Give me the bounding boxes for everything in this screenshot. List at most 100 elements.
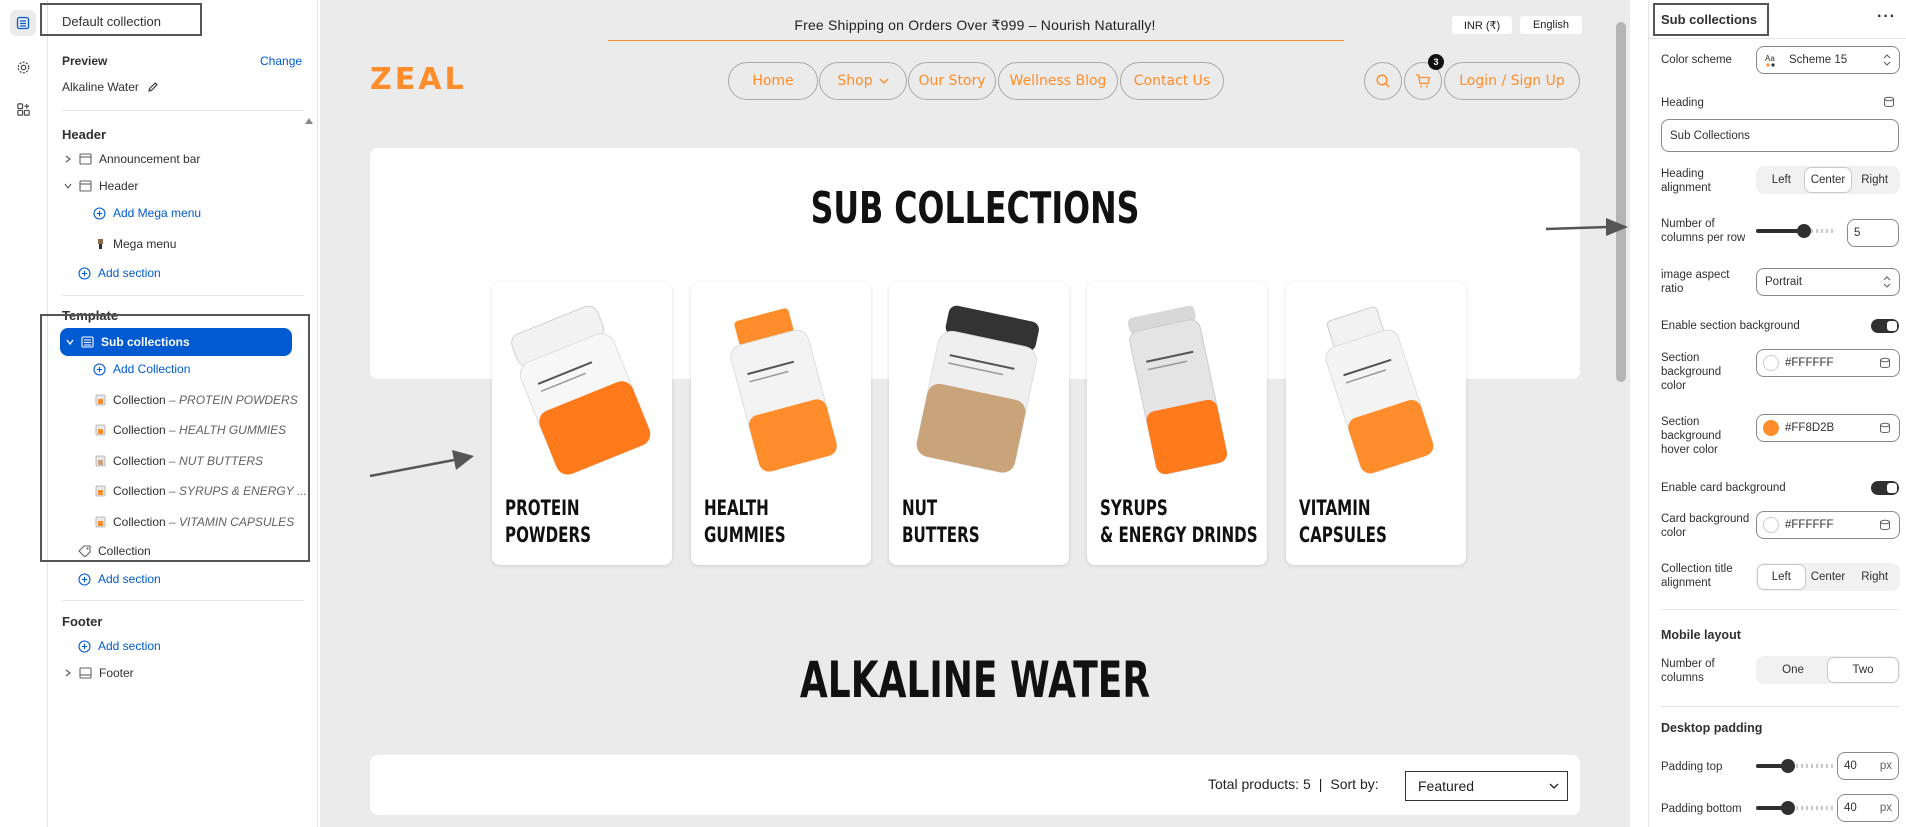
collection-card[interactable]: PROTEIN POWDERS [492,282,672,565]
tree-item-collection[interactable]: Collection [78,544,151,558]
sections-icon[interactable] [10,10,36,36]
plus-circle-icon [93,206,106,220]
align-right-option[interactable]: Right [1851,565,1898,589]
preview-value-row[interactable]: Alkaline Water [62,80,159,94]
nav-shop[interactable]: Shop [819,62,907,100]
currency-selector[interactable]: INR (₹) [1452,16,1512,34]
add-section-header-button[interactable]: Add section [78,266,161,280]
announcement-underline [608,40,1344,41]
align-center-option[interactable]: Center [1804,168,1852,192]
heading-input[interactable]: Sub Collections [1661,119,1899,152]
card-title-line2: GUMMIES [704,523,786,547]
language-selector[interactable]: English [1520,16,1582,34]
collection-card[interactable]: HEALTH GUMMIES [691,282,871,565]
login-signup-button[interactable]: Login / Sign Up [1444,62,1580,100]
two-columns-option[interactable]: Two [1828,658,1898,682]
aspect-ratio-select[interactable]: Portrait [1756,268,1900,296]
align-left-option[interactable]: Left [1758,168,1805,192]
change-preview-link[interactable]: Change [260,54,302,68]
padding-top-input[interactable]: 40 px [1837,752,1899,780]
padding-top-slider[interactable] [1756,759,1836,773]
align-left-option[interactable]: Left [1758,565,1805,589]
plus-circle-icon [78,266,91,280]
columns-slider[interactable] [1756,224,1836,238]
columns-label: Number of columns per row [1661,218,1746,244]
search-icon [1376,74,1390,88]
heading-label: Heading [1661,97,1704,109]
app-embeds-icon[interactable] [10,96,36,122]
nav-wellness-blog[interactable]: Wellness Blog [998,62,1118,100]
dynamic-source-icon[interactable] [1879,357,1891,369]
separator: | [1318,776,1323,792]
padding-bottom-input[interactable]: 40 px [1837,794,1899,822]
chevron-right-icon[interactable] [64,669,72,677]
title-alignment-toggle[interactable]: Left Center Right [1756,563,1900,591]
annotation-arrow-icon [369,450,474,478]
columns-input[interactable]: 5 [1847,219,1899,247]
section-bg-color-picker[interactable]: #FFFFFF [1756,349,1900,377]
add-mega-menu-button[interactable]: Add Mega menu [93,206,201,220]
align-center-option[interactable]: Center [1805,565,1852,589]
nav-contact-us[interactable]: Contact Us [1120,62,1224,100]
page-template-title[interactable]: Default collection [62,14,161,29]
color-swatch[interactable] [1763,517,1779,533]
preview-label: Preview [62,54,108,68]
tree-item-collection-gummies[interactable]: Collection – HEALTH GUMMIES [95,423,286,437]
collection-card[interactable]: VITAMIN CAPSULES [1286,282,1466,565]
collection-card[interactable]: SYRUPS & ENERGY DRINDS [1087,282,1267,565]
one-column-option[interactable]: One [1758,658,1828,682]
more-options-icon[interactable]: ··· [1877,8,1896,26]
tree-item-header[interactable]: Header [64,179,138,193]
add-collection-button[interactable]: Add Collection [93,362,190,376]
color-swatch[interactable] [1763,355,1779,371]
dynamic-source-icon[interactable] [1879,519,1891,531]
collection-card[interactable]: NUT BUTTERS [889,282,1069,565]
mobile-columns-toggle[interactable]: One Two [1756,656,1900,684]
section-hover-color-picker[interactable]: #FF8D2B [1756,414,1900,442]
divider [62,295,304,296]
align-right-option[interactable]: Right [1851,168,1898,192]
tree-item-collection-protein[interactable]: Collection – PROTEIN POWDERS [95,393,298,407]
nav-home[interactable]: Home [728,62,818,100]
search-button[interactable] [1364,62,1402,100]
announcement-text: Free Shipping on Orders Over ₹999 – Nour… [794,16,1156,33]
preview-scrollbar[interactable] [1616,22,1626,382]
padding-top-value: 40 [1844,760,1857,772]
add-section-footer-button[interactable]: Add section [78,639,161,653]
color-scheme-select[interactable]: Aa Scheme 15 [1756,46,1900,74]
heading-alignment-toggle[interactable]: Left Center Right [1756,166,1900,194]
padding-bottom-slider[interactable] [1756,801,1836,815]
tree-item-collection-nut-butters[interactable]: Collection – NUT BUTTERS [95,454,263,468]
cart-count-badge: 3 [1428,54,1444,70]
tree-item-mega-menu[interactable]: Mega menu [96,237,176,251]
tree-item-collection-vitamins[interactable]: Collection – VITAMIN CAPSULES [95,515,294,529]
tree-item-collection-syrups[interactable]: Collection – SYRUPS & ENERGY ... [95,484,307,498]
product-toolbar [370,755,1580,815]
tree-item-footer[interactable]: Footer [64,666,134,680]
add-section-template-button[interactable]: Add section [78,572,161,586]
card-title-line1: PROTEIN [505,496,580,520]
preview-value: Alkaline Water [62,80,139,94]
card-bg-color-picker[interactable]: #FFFFFF [1756,511,1900,539]
chevron-down-icon[interactable] [64,182,72,190]
dynamic-source-icon[interactable] [1883,96,1895,108]
sub-collections-heading: SUB COLLECTIONS [810,183,1140,234]
aspect-ratio-label: image aspect ratio [1661,269,1730,295]
nav-our-story[interactable]: Our Story [908,62,996,100]
sort-select[interactable]: Featured [1405,771,1568,801]
enable-card-bg-toggle[interactable] [1871,481,1899,495]
collection-prefix: Collection [113,484,166,498]
tree-item-announcement-bar[interactable]: Announcement bar [64,152,200,166]
theme-settings-gear-icon[interactable] [10,54,36,80]
chevron-right-icon[interactable] [64,155,72,163]
section-hover-color-label: Section background hover color [1661,416,1722,456]
storefront-preview: Free Shipping on Orders Over ₹999 – Nour… [320,0,1630,827]
divider [1649,38,1906,39]
padding-top-label: Padding top [1661,761,1723,773]
enable-section-bg-toggle[interactable] [1871,319,1899,333]
dynamic-source-icon[interactable] [1879,422,1891,434]
color-swatch[interactable] [1763,420,1779,436]
store-logo[interactable]: ZEAL [370,62,467,97]
collection-name: – NUT BUTTERS [169,454,264,468]
scroll-up-icon[interactable] [305,118,313,124]
